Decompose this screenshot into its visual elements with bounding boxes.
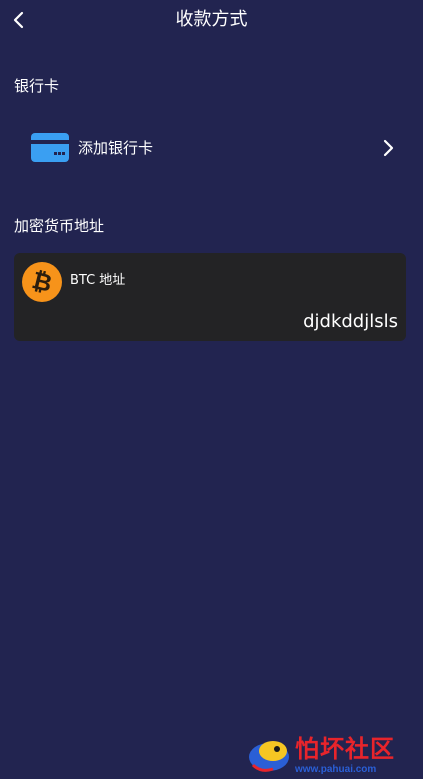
btc-address-value: djdkddjlsls [303,311,398,332]
payment-methods-page: 收款方式 银行卡 添加银行卡 加密货币地址 ₿ BTC 地址 djdkddjls… [0,0,423,779]
watermark-logo-icon [249,741,289,772]
chevron-right-icon [383,139,394,157]
add-bank-card-row[interactable]: 添加银行卡 [0,120,423,176]
bitcoin-icon: ₿ [22,262,62,302]
watermark-url: www.pahuai.com [295,764,377,775]
crypto-section-label: 加密货币地址 [14,217,105,235]
btc-address-card[interactable]: ₿ BTC 地址 djdkddjlsls [14,253,406,341]
btc-address-label: BTC 地址 [70,273,126,288]
watermark: 怕坏社区 www.pahuai.com [247,735,415,777]
header: 收款方式 [0,0,423,40]
add-bank-card-label: 添加银行卡 [78,139,154,157]
credit-card-icon [31,133,69,162]
bank-section-label: 银行卡 [14,77,60,95]
watermark-title: 怕坏社区 [295,734,395,763]
page-title: 收款方式 [175,9,248,30]
